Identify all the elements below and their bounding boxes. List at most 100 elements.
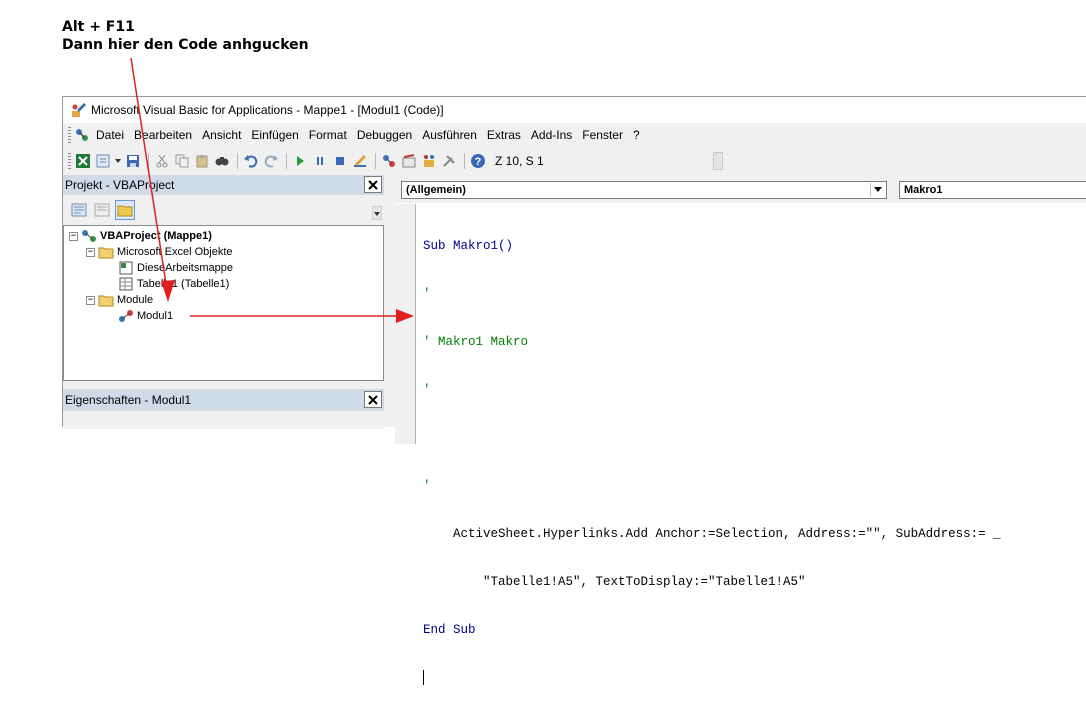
- workbook-icon: [118, 261, 134, 275]
- window-title: Microsoft Visual Basic for Applications …: [91, 103, 444, 117]
- properties-window-icon[interactable]: [400, 152, 418, 170]
- paste-icon[interactable]: [193, 152, 211, 170]
- collapse-icon[interactable]: −: [86, 295, 95, 305]
- toolbar-separator: [148, 153, 149, 169]
- folder-open-icon: [98, 245, 114, 259]
- undo-icon[interactable]: [242, 152, 260, 170]
- run-icon[interactable]: [291, 152, 309, 170]
- code-gutter: [395, 204, 416, 444]
- code-line: Sub Makro1(): [423, 239, 514, 253]
- project-explorer: Projekt - VBAProject − VBAProject (Mappe…: [63, 175, 384, 383]
- code-editor[interactable]: Sub Makro1() ' ' Makro1 Makro ' ' Active…: [423, 206, 1001, 718]
- folder-open-icon: [98, 293, 114, 307]
- redo-icon[interactable]: [262, 152, 280, 170]
- toolbar-separator: [464, 153, 465, 169]
- cursor-position: Z 10, S 1: [495, 154, 544, 168]
- tree-item-modul1[interactable]: Modul1: [118, 308, 173, 324]
- pause-icon[interactable]: [311, 152, 329, 170]
- close-project-pane-icon[interactable]: [364, 176, 382, 193]
- toolbox-icon[interactable]: [440, 152, 458, 170]
- menubar-grip[interactable]: [68, 127, 71, 143]
- save-icon[interactable]: [124, 152, 142, 170]
- object-combo[interactable]: (Allgemein): [401, 181, 887, 199]
- vba-project-icon: [81, 229, 97, 243]
- help-icon[interactable]: ?: [469, 152, 487, 170]
- close-properties-pane-icon[interactable]: [364, 391, 382, 408]
- view-object-icon[interactable]: [92, 200, 112, 220]
- properties-window: Eigenschaften - Modul1: [63, 389, 384, 429]
- project-pane-header: Projekt - VBAProject: [63, 175, 384, 195]
- code-line: ': [423, 383, 431, 397]
- insert-module-icon[interactable]: [94, 152, 112, 170]
- tree-label-sheet1: Tabelle1 (Tabelle1): [137, 278, 230, 290]
- code-combos: (Allgemein) Makro1: [395, 176, 1086, 203]
- menu-addins[interactable]: Add-Ins: [531, 128, 580, 142]
- project-explorer-icon[interactable]: [380, 152, 398, 170]
- menu-ausfuehren[interactable]: Ausführen: [422, 128, 485, 142]
- chevron-down-icon[interactable]: [870, 183, 885, 197]
- tree-item-sheet1[interactable]: Tabelle1 (Tabelle1): [118, 276, 229, 292]
- code-window: (Allgemein) Makro1 Sub Makro1() ' ' Makr…: [395, 176, 1086, 685]
- menu-ansicht[interactable]: Ansicht: [202, 128, 249, 142]
- text-cursor: [423, 670, 424, 685]
- worksheet-icon: [118, 277, 134, 291]
- standard-toolbar: ? Z 10, S 1: [63, 150, 723, 172]
- toolbar-separator: [286, 153, 287, 169]
- menu-datei[interactable]: Datei: [96, 128, 132, 142]
- tree-item-thisworkbook[interactable]: DieseArbeitsmappe: [118, 260, 233, 276]
- object-browser-icon[interactable]: [420, 152, 438, 170]
- collapse-icon[interactable]: −: [86, 247, 95, 257]
- vba-editor-window: Microsoft Visual Basic for Applications …: [62, 96, 1086, 685]
- code-line: End Sub: [423, 623, 476, 637]
- module-icon: [118, 309, 134, 323]
- stop-icon[interactable]: [331, 152, 349, 170]
- menu-einfuegen[interactable]: Einfügen: [251, 128, 306, 142]
- vba-app-icon: [71, 102, 87, 118]
- svg-text:?: ?: [475, 156, 482, 168]
- vba-menu-icon[interactable]: [74, 127, 90, 143]
- design-mode-icon[interactable]: [351, 152, 369, 170]
- menu-format[interactable]: Format: [309, 128, 355, 142]
- menu-debuggen[interactable]: Debuggen: [357, 128, 420, 142]
- tree-label-excel-objects: Microsoft Excel Objekte: [117, 246, 233, 258]
- annotation-text: Alt + F11 Dann hier den Code anhgucken: [62, 18, 309, 54]
- code-line: ' Makro1 Makro: [423, 335, 529, 349]
- annotation-line-2: Dann hier den Code anhgucken: [62, 37, 309, 53]
- toolbar-grip[interactable]: [68, 153, 71, 169]
- tree-label-modul1: Modul1: [137, 310, 174, 322]
- annotation-line-1: Alt + F11: [62, 19, 135, 35]
- title-bar: Microsoft Visual Basic for Applications …: [63, 97, 1086, 123]
- menu-extras[interactable]: Extras: [487, 128, 529, 142]
- copy-icon[interactable]: [173, 152, 191, 170]
- tree-label-vbaproject: VBAProject (Mappe1): [100, 230, 212, 242]
- view-code-icon[interactable]: [69, 200, 89, 220]
- toolbar-separator: [375, 153, 376, 169]
- tree-item-excel-objects[interactable]: − Microsoft Excel Objekte: [86, 244, 233, 260]
- toggle-folders-icon[interactable]: [115, 200, 135, 220]
- find-icon[interactable]: [213, 152, 231, 170]
- code-line-cursor: [423, 670, 1001, 686]
- toolbar-separator: [237, 153, 238, 169]
- code-line: ': [423, 287, 431, 301]
- procedure-combo[interactable]: Makro1: [899, 181, 1086, 199]
- code-line: ActiveSheet.Hyperlinks.Add Anchor:=Selec…: [423, 527, 1001, 541]
- menu-bar: Datei Bearbeiten Ansicht Einfügen Format…: [63, 124, 1086, 146]
- tree-label-modules: Module: [117, 294, 154, 306]
- tree-item-modules[interactable]: − Module: [86, 292, 153, 308]
- tree-item-vbaproject[interactable]: − VBAProject (Mappe1): [69, 228, 212, 244]
- menu-fenster[interactable]: Fenster: [582, 128, 631, 142]
- project-tree: − VBAProject (Mappe1) − Microsoft Excel …: [63, 225, 384, 381]
- menu-help[interactable]: ?: [633, 128, 648, 142]
- pane-tools-scroll-icon[interactable]: [371, 205, 383, 221]
- dropdown-arrow-icon[interactable]: [114, 152, 122, 170]
- cut-icon[interactable]: [153, 152, 171, 170]
- excel-view-icon[interactable]: [74, 152, 92, 170]
- properties-pane-header: Eigenschaften - Modul1: [63, 389, 384, 411]
- collapse-icon[interactable]: −: [69, 231, 78, 241]
- menu-bearbeiten[interactable]: Bearbeiten: [134, 128, 200, 142]
- procedure-combo-value: Makro1: [904, 184, 943, 196]
- toolbar-overflow-icon[interactable]: [713, 152, 723, 170]
- tree-label-thisworkbook: DieseArbeitsmappe: [137, 262, 233, 274]
- code-line: ': [423, 479, 431, 493]
